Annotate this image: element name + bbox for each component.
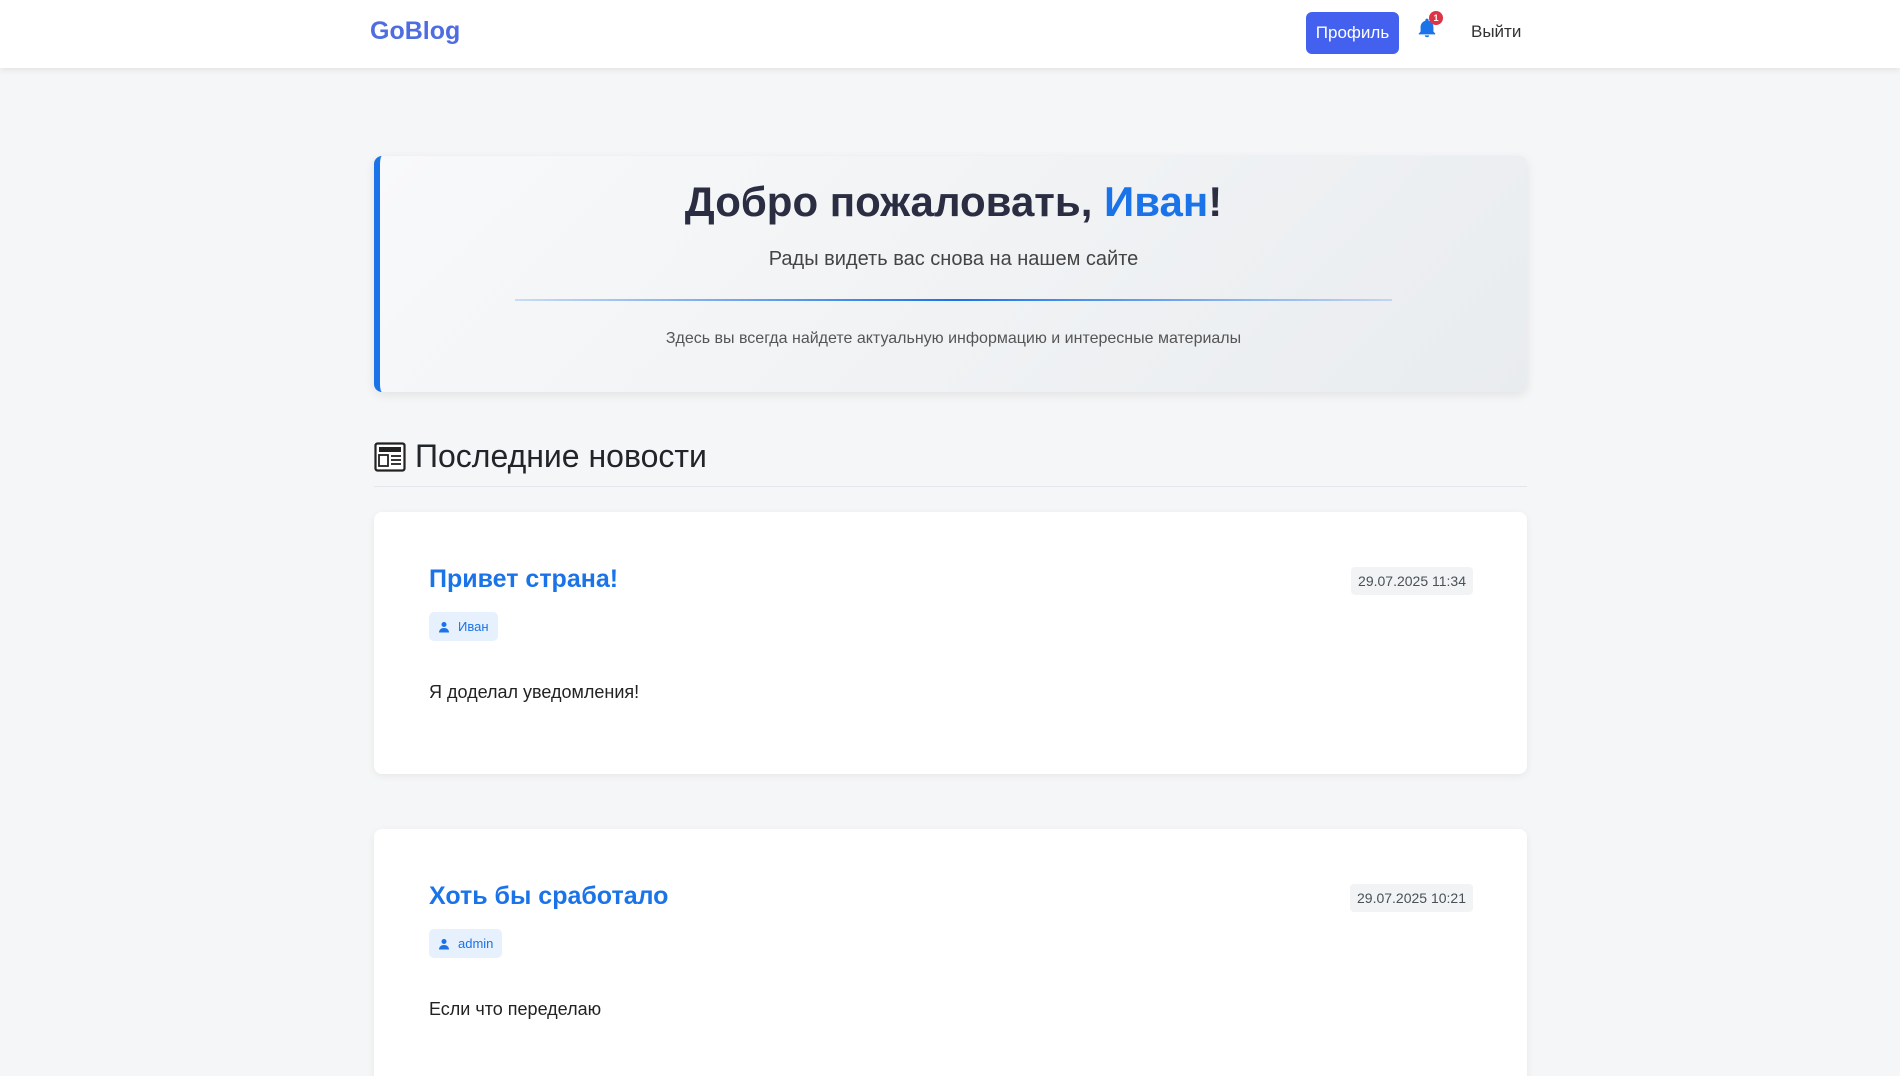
news-section-header: Последние новости [374, 438, 1527, 487]
post-body-text: Я доделал уведомления! [429, 682, 640, 702]
notification-count-badge: 1 [1429, 11, 1443, 25]
post-date-badge: 29.07.2025 11:34 [1351, 567, 1473, 595]
welcome-exclamation: ! [1208, 178, 1223, 225]
welcome-card: Добро пожаловать, Иван! Рады видеть вас … [374, 156, 1527, 392]
news-section-title: Последние новости [415, 438, 707, 474]
welcome-divider [515, 299, 1392, 301]
post-title-link[interactable]: Хоть бы сработало [429, 882, 668, 911]
welcome-note: Здесь вы всегда найдете актуальную инфор… [665, 330, 1242, 347]
news-post-card: Хоть бы сработало 29.07.2025 10:21 admin… [374, 829, 1527, 1076]
user-icon [439, 938, 449, 949]
welcome-heading: Добро пожаловать, Иван! [380, 178, 1527, 226]
user-icon [439, 621, 449, 632]
post-date-badge: 29.07.2025 10:21 [1350, 884, 1473, 912]
top-navbar: GoBlog Профиль 1 Выйти [0, 0, 1900, 68]
brand-logo-link[interactable]: GoBlog [370, 17, 460, 46]
logout-link[interactable]: Выйти [1471, 22, 1521, 42]
post-title-link[interactable]: Привет страна! [429, 565, 618, 594]
post-author-name: admin [458, 936, 494, 951]
post-author-badge[interactable]: admin [429, 929, 503, 958]
post-author-badge[interactable]: Иван [429, 612, 498, 641]
news-post-card: Привет страна! 29.07.2025 11:34 Иван Я д… [374, 512, 1527, 774]
post-body-text: Если что переделаю [429, 999, 602, 1019]
notifications-button[interactable]: 1 [1416, 11, 1443, 42]
welcome-subtitle: Рады видеть вас снова на нашем сайте [768, 248, 1139, 270]
post-author-name: Иван [458, 619, 489, 634]
profile-button[interactable]: Профиль [1306, 12, 1399, 54]
welcome-username: Иван [1104, 178, 1209, 225]
newspaper-icon [374, 442, 406, 472]
welcome-greeting: Добро пожаловать, [684, 178, 1105, 225]
